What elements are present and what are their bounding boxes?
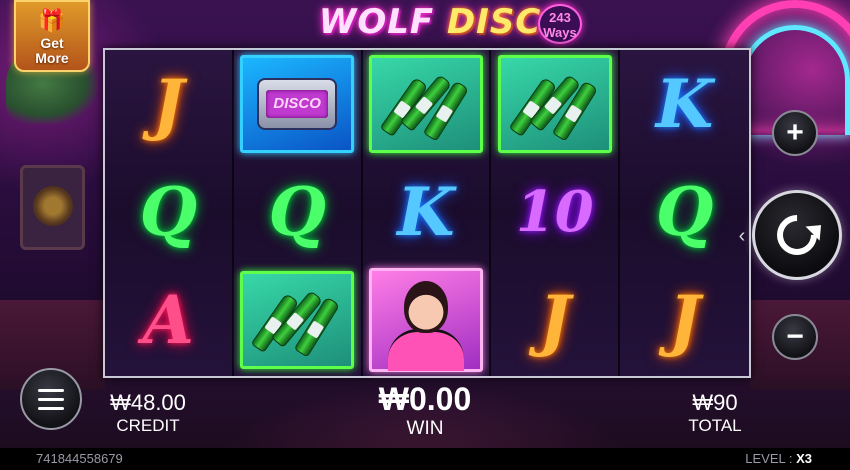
logo-word-wolf: WOLF: [318, 2, 435, 42]
footer-bar: 741844558679 LEVEL : X3: [0, 448, 850, 470]
level-indicator: LEVEL : X3: [745, 448, 812, 470]
bottles-symbol-icon: [497, 55, 612, 153]
spin-button[interactable]: [752, 190, 842, 280]
reel-symbol: Q: [105, 158, 232, 266]
bet-decrease-button[interactable]: −: [772, 314, 818, 360]
reel-grid: J Q A DISCO Q K 10 J K Q J: [103, 48, 751, 378]
credit-label: CREDIT: [116, 416, 180, 435]
win-value: ₩0.00: [378, 381, 472, 417]
reel-symbol: A: [105, 266, 232, 374]
get-more-button[interactable]: 🎁 Get More: [14, 0, 90, 72]
symbol-j: J: [539, 281, 571, 359]
reel-2: DISCO Q: [233, 50, 363, 376]
refresh-icon: [768, 206, 826, 264]
symbol-k: K: [655, 65, 714, 143]
menu-button[interactable]: [20, 368, 82, 430]
bottles-symbol-icon: [240, 271, 355, 369]
speaker-decoration: [20, 165, 85, 250]
ways-label: Ways: [543, 25, 577, 40]
bet-increase-button[interactable]: +: [772, 110, 818, 156]
reel-symbol: K: [620, 50, 749, 158]
reel-4: 10 J: [491, 50, 621, 376]
logo-title: WOLF DISCO: [319, 0, 571, 44]
symbol-j: J: [668, 281, 701, 359]
pager-screen-text: DISCO: [266, 90, 329, 118]
level-value: X3: [796, 451, 812, 466]
get-more-label: Get More: [35, 35, 69, 66]
symbol-k: K: [397, 173, 455, 251]
symbol-q: Q: [268, 173, 326, 251]
total-bet-display[interactable]: ₩90 TOTAL: [675, 390, 755, 436]
credit-display: ₩48.00 CREDIT: [100, 390, 196, 436]
minus-icon: −: [786, 320, 804, 353]
disco-lady-symbol-icon: [368, 268, 483, 372]
chevron-left-icon: ‹: [738, 225, 746, 247]
reel-symbol: Q: [234, 158, 361, 266]
total-label: TOTAL: [688, 416, 742, 435]
win-label: WIN: [406, 418, 444, 439]
reel-5: KQJ: [620, 50, 749, 376]
symbol-q: Q: [655, 173, 714, 251]
reel-symbol: [363, 266, 490, 374]
symbol-a: A: [142, 281, 194, 359]
reel-symbol: [234, 266, 361, 374]
level-label: LEVEL :: [745, 451, 793, 466]
reel-symbol: J: [105, 50, 232, 158]
reel-1: JQA: [105, 50, 234, 376]
reel-symbol: DISCO: [234, 50, 361, 158]
game-round-id: 741844558679: [36, 451, 123, 466]
symbol-j: J: [152, 65, 185, 143]
bottles-symbol-icon: [368, 55, 483, 153]
reel-symbol: K: [363, 158, 490, 266]
symbol-q: Q: [139, 173, 198, 251]
plus-icon: +: [786, 116, 804, 149]
hamburger-menu-icon: [38, 388, 64, 392]
reel-symbol: [491, 50, 618, 158]
reel-symbol: Q: [620, 158, 749, 266]
reel-symbol: J: [491, 266, 618, 374]
game-logo: WOLF DISCO 243 Ways: [300, 0, 590, 48]
symbol-10: 10: [515, 179, 594, 245]
gift-icon: 🎁: [38, 8, 66, 33]
total-value: ₩90: [692, 390, 738, 415]
ways-badge: 243 Ways: [538, 4, 582, 44]
ways-number: 243: [549, 10, 571, 25]
win-display: ₩0.00 WIN: [365, 380, 485, 440]
disco-pager-symbol-icon: DISCO: [240, 55, 355, 153]
credit-value: ₩48.00: [110, 390, 186, 415]
reel-symbol: [363, 50, 490, 158]
reel-3: K: [362, 50, 492, 376]
reel-symbol: J: [620, 266, 749, 374]
reel-symbol: 10: [491, 158, 618, 266]
